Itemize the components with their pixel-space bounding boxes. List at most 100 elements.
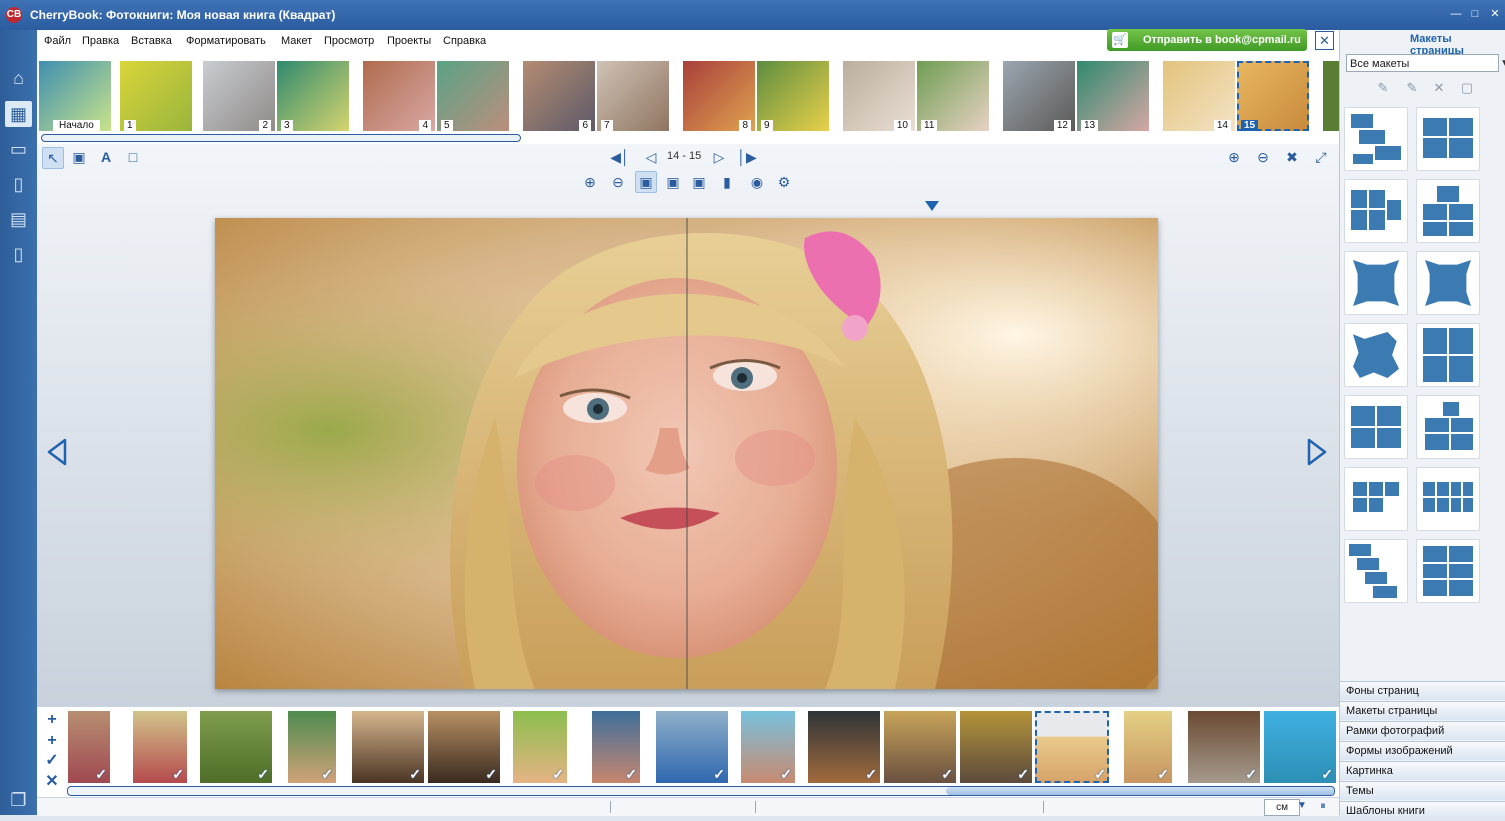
image-zoom-in-icon[interactable]: ⊕: [580, 172, 600, 192]
stretch-image-icon[interactable]: ▣: [689, 172, 709, 192]
page-thumb[interactable]: 10: [843, 61, 915, 131]
photo-thumb[interactable]: ✓: [352, 711, 424, 783]
layout-tile[interactable]: [1416, 539, 1480, 603]
page-thumb[interactable]: 6: [523, 61, 595, 131]
gradient-icon[interactable]: ▮: [717, 172, 737, 192]
add-text-icon[interactable]: A: [96, 147, 116, 167]
photo-thumb[interactable]: ✓: [1124, 711, 1172, 783]
photo-thumb[interactable]: ✓: [960, 711, 1032, 783]
add-folder-plus-icon[interactable]: +: [43, 732, 61, 750]
image-zoom-out-icon[interactable]: ⊖: [608, 172, 628, 192]
photo-thumb[interactable]: ✓: [656, 711, 728, 783]
maximize-icon[interactable]: □: [1468, 8, 1482, 20]
page-thumb[interactable]: 12: [1003, 61, 1075, 131]
photo-thumb[interactable]: ✓: [288, 711, 336, 783]
layout-filter-select[interactable]: Все макеты ▼: [1346, 54, 1505, 72]
section-photo-frames[interactable]: Рамки фотографий: [1340, 721, 1505, 740]
layout-tile[interactable]: [1344, 251, 1408, 315]
section-book-templates[interactable]: Шаблоны книги: [1340, 801, 1505, 820]
photo-thumb[interactable]: ✓: [68, 711, 110, 783]
page-thumb[interactable]: 5: [437, 61, 509, 131]
layout-tile[interactable]: [1416, 179, 1480, 243]
page-thumb[interactable]: 8: [683, 61, 755, 131]
section-themes[interactable]: Темы: [1340, 781, 1505, 800]
next-spread-arrow-icon[interactable]: [1305, 437, 1329, 467]
menu-projects[interactable]: Проекты: [387, 35, 431, 47]
book-spread-photo[interactable]: [215, 218, 1158, 689]
photo-strip-scrollbar[interactable]: [67, 786, 1335, 796]
menu-insert[interactable]: Вставка: [131, 35, 172, 47]
add-frame-icon[interactable]: □: [123, 147, 143, 167]
photo-thumb[interactable]: ✓: [513, 711, 567, 783]
layout-tile[interactable]: [1344, 107, 1408, 171]
photo-thumb[interactable]: ✓: [428, 711, 500, 783]
menu-help[interactable]: Справка: [443, 35, 486, 47]
menu-view[interactable]: Просмотр: [324, 35, 374, 47]
check-used-icon[interactable]: ✓: [43, 752, 61, 770]
units-dropdown-icon[interactable]: ▼: [1295, 797, 1309, 815]
add-photo-icon[interactable]: ▣: [69, 147, 89, 167]
page-thumb-start[interactable]: Начало: [39, 61, 111, 131]
menu-layout[interactable]: Макет: [281, 35, 312, 47]
menu-file[interactable]: Файл: [44, 35, 71, 47]
menu-format[interactable]: Форматировать: [186, 35, 266, 47]
fit-icon[interactable]: ✖: [1282, 147, 1302, 167]
zoom-in-icon[interactable]: ⊕: [1224, 147, 1244, 167]
edit-layout-icon[interactable]: ✎: [1375, 80, 1391, 96]
layers-icon[interactable]: ❐: [5, 787, 32, 813]
spine-view-icon[interactable]: ▯: [5, 171, 32, 197]
close-project-icon[interactable]: ✕: [1315, 31, 1334, 50]
page-thumb-partial[interactable]: [1323, 61, 1339, 131]
photo-thumb[interactable]: ✓: [884, 711, 956, 783]
layout-tile[interactable]: [1344, 467, 1408, 531]
home-icon[interactable]: ⌂: [5, 65, 32, 91]
page-thumb[interactable]: 9: [757, 61, 829, 131]
page-thumb[interactable]: 14: [1163, 61, 1235, 131]
save-layout-icon[interactable]: ▢: [1459, 80, 1475, 96]
layout-tile[interactable]: [1344, 323, 1408, 387]
section-clipart[interactable]: Картинка: [1340, 761, 1505, 780]
last-page-icon[interactable]: │▶: [737, 147, 757, 167]
remove-photo-icon[interactable]: ✕: [43, 773, 61, 791]
section-image-shapes[interactable]: Формы изображений: [1340, 741, 1505, 760]
delete-layout-icon[interactable]: ✕: [1431, 80, 1447, 96]
red-eye-icon[interactable]: ◉: [747, 172, 767, 192]
page-thumb[interactable]: 1: [120, 61, 192, 131]
fit-image-icon[interactable]: ▣: [635, 171, 657, 193]
layout-tile[interactable]: [1416, 251, 1480, 315]
adjust-icon[interactable]: ⚙: [774, 172, 794, 192]
next-page-icon[interactable]: ▷: [709, 147, 729, 167]
layout-tile[interactable]: [1416, 467, 1480, 531]
photo-thumb[interactable]: ✓: [200, 711, 272, 783]
page-thumb[interactable]: 11: [917, 61, 989, 131]
first-page-icon[interactable]: ◀│: [610, 147, 630, 167]
page-thumb[interactable]: 7: [597, 61, 669, 131]
photo-thumb-selected[interactable]: ✓: [1035, 711, 1109, 783]
layout-tile[interactable]: [1416, 323, 1480, 387]
fill-image-icon[interactable]: ▣: [663, 172, 683, 192]
zoom-out-icon[interactable]: ⊖: [1253, 147, 1273, 167]
page-thumb-selected[interactable]: 15: [1237, 61, 1309, 131]
photo-thumb[interactable]: ✓: [1264, 711, 1336, 783]
layout-tile[interactable]: [1344, 395, 1408, 459]
layout-tile[interactable]: [1416, 107, 1480, 171]
page-thumb[interactable]: 13: [1077, 61, 1149, 131]
photo-thumb[interactable]: ✓: [1188, 711, 1260, 783]
book-view-icon[interactable]: ▦: [5, 101, 32, 127]
photo-thumb[interactable]: ✓: [133, 711, 187, 783]
cover-view-icon[interactable]: ▯: [5, 241, 32, 267]
new-layout-icon[interactable]: ✎: [1404, 80, 1420, 96]
photo-thumb[interactable]: ✓: [741, 711, 795, 783]
prev-spread-arrow-icon[interactable]: [45, 437, 69, 467]
page-view-icon[interactable]: ▭: [5, 136, 32, 162]
fullscreen-icon[interactable]: ⤢: [1311, 147, 1331, 167]
add-photo-plus-icon[interactable]: +: [43, 711, 61, 729]
send-order-button[interactable]: 🛒 Отправить в book@cpmail.ru: [1107, 29, 1307, 51]
menu-edit[interactable]: Правка: [82, 35, 119, 47]
layout-tile[interactable]: [1344, 539, 1408, 603]
section-page-layouts[interactable]: Макеты страницы: [1340, 701, 1505, 720]
photo-thumb[interactable]: ✓: [592, 711, 640, 783]
close-window-icon[interactable]: ✕: [1488, 8, 1502, 20]
page-thumb[interactable]: 3: [277, 61, 349, 131]
page-strip-scrollbar[interactable]: [41, 134, 521, 142]
